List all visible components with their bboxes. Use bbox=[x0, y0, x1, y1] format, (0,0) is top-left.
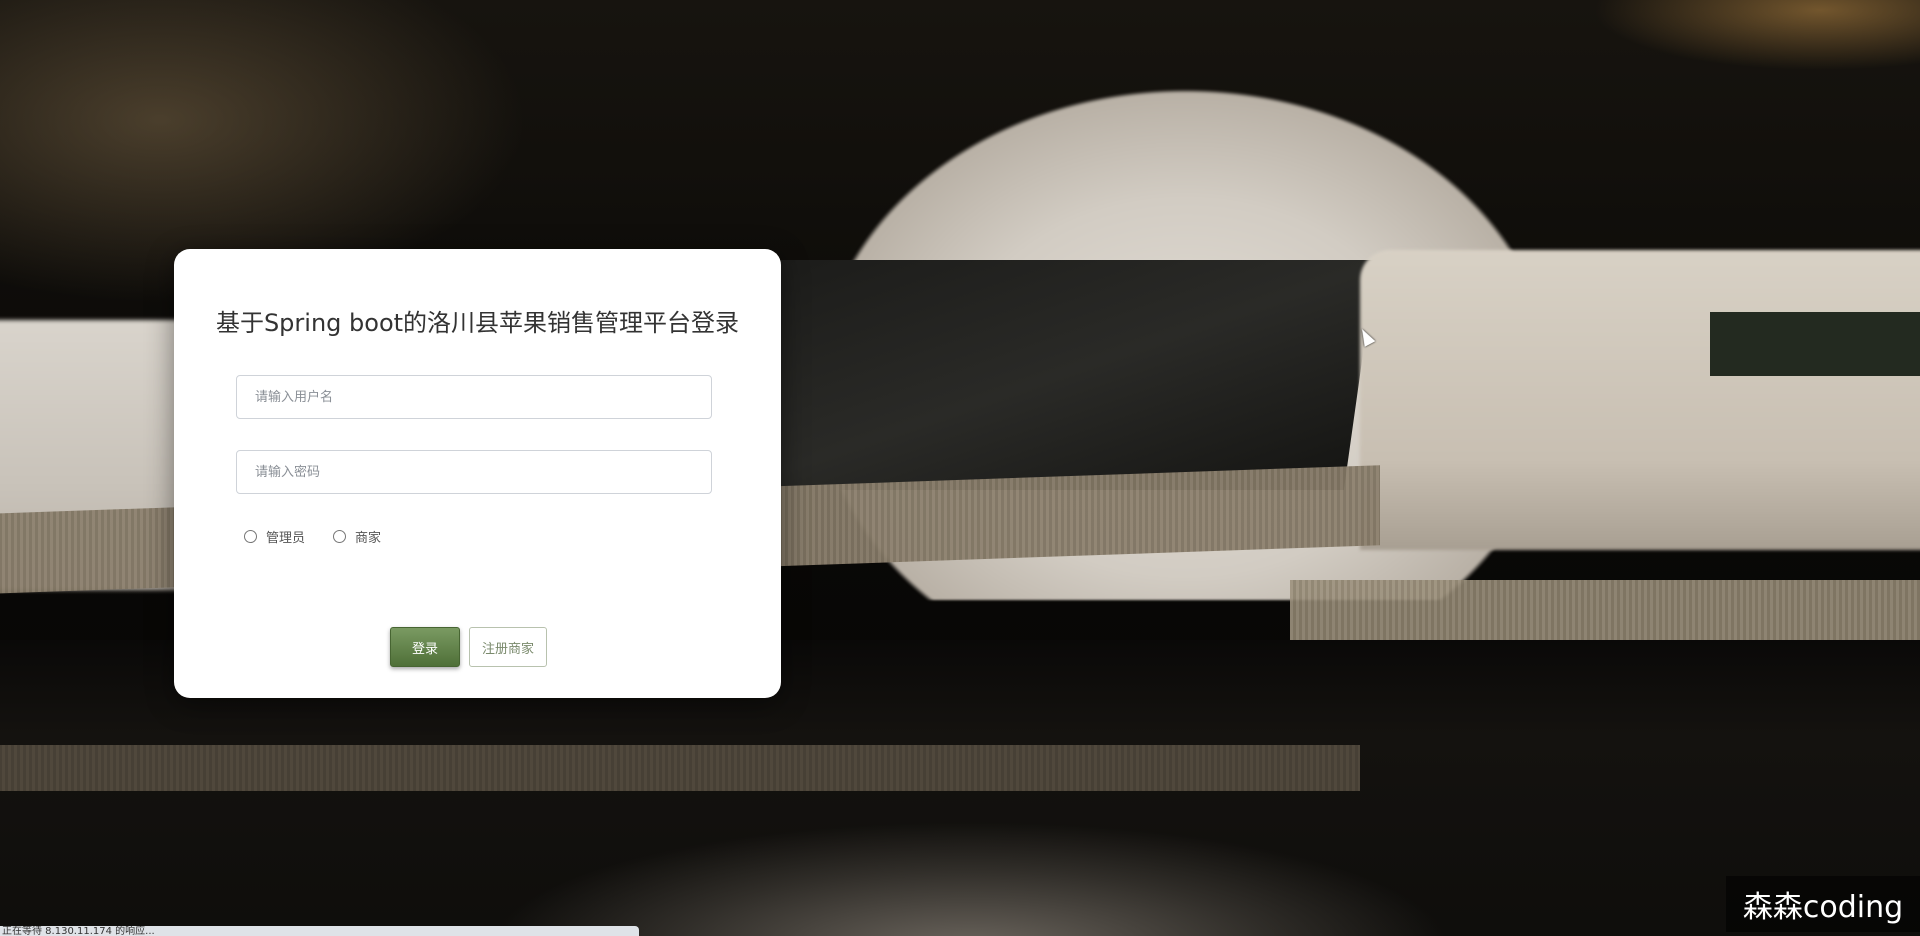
radio-circle-icon[interactable] bbox=[244, 530, 257, 543]
role-merchant-label: 商家 bbox=[355, 531, 382, 546]
role-radio-group: 管理员 商家 bbox=[244, 527, 381, 546]
password-input[interactable] bbox=[236, 450, 712, 494]
role-merchant-radio[interactable]: 商家 bbox=[333, 527, 381, 546]
login-card: 基于Spring boot的洛川县苹果销售管理平台登录 管理员 商家 登录 注册… bbox=[174, 249, 781, 698]
username-input[interactable] bbox=[236, 375, 712, 419]
watermark: 森森coding bbox=[1726, 876, 1920, 932]
login-page: 基于Spring boot的洛川县苹果销售管理平台登录 管理员 商家 登录 注册… bbox=[0, 0, 1920, 936]
role-admin-label: 管理员 bbox=[266, 531, 306, 546]
radio-circle-icon[interactable] bbox=[333, 530, 347, 543]
register-merchant-button[interactable]: 注册商家 bbox=[469, 627, 547, 667]
login-button[interactable]: 登录 bbox=[390, 627, 460, 667]
login-title: 基于Spring boot的洛川县苹果销售管理平台登录 bbox=[215, 309, 740, 337]
role-admin-radio[interactable]: 管理员 bbox=[244, 527, 305, 546]
browser-status-bar: 正在等待 8.130.11.174 的响应... bbox=[0, 926, 639, 936]
